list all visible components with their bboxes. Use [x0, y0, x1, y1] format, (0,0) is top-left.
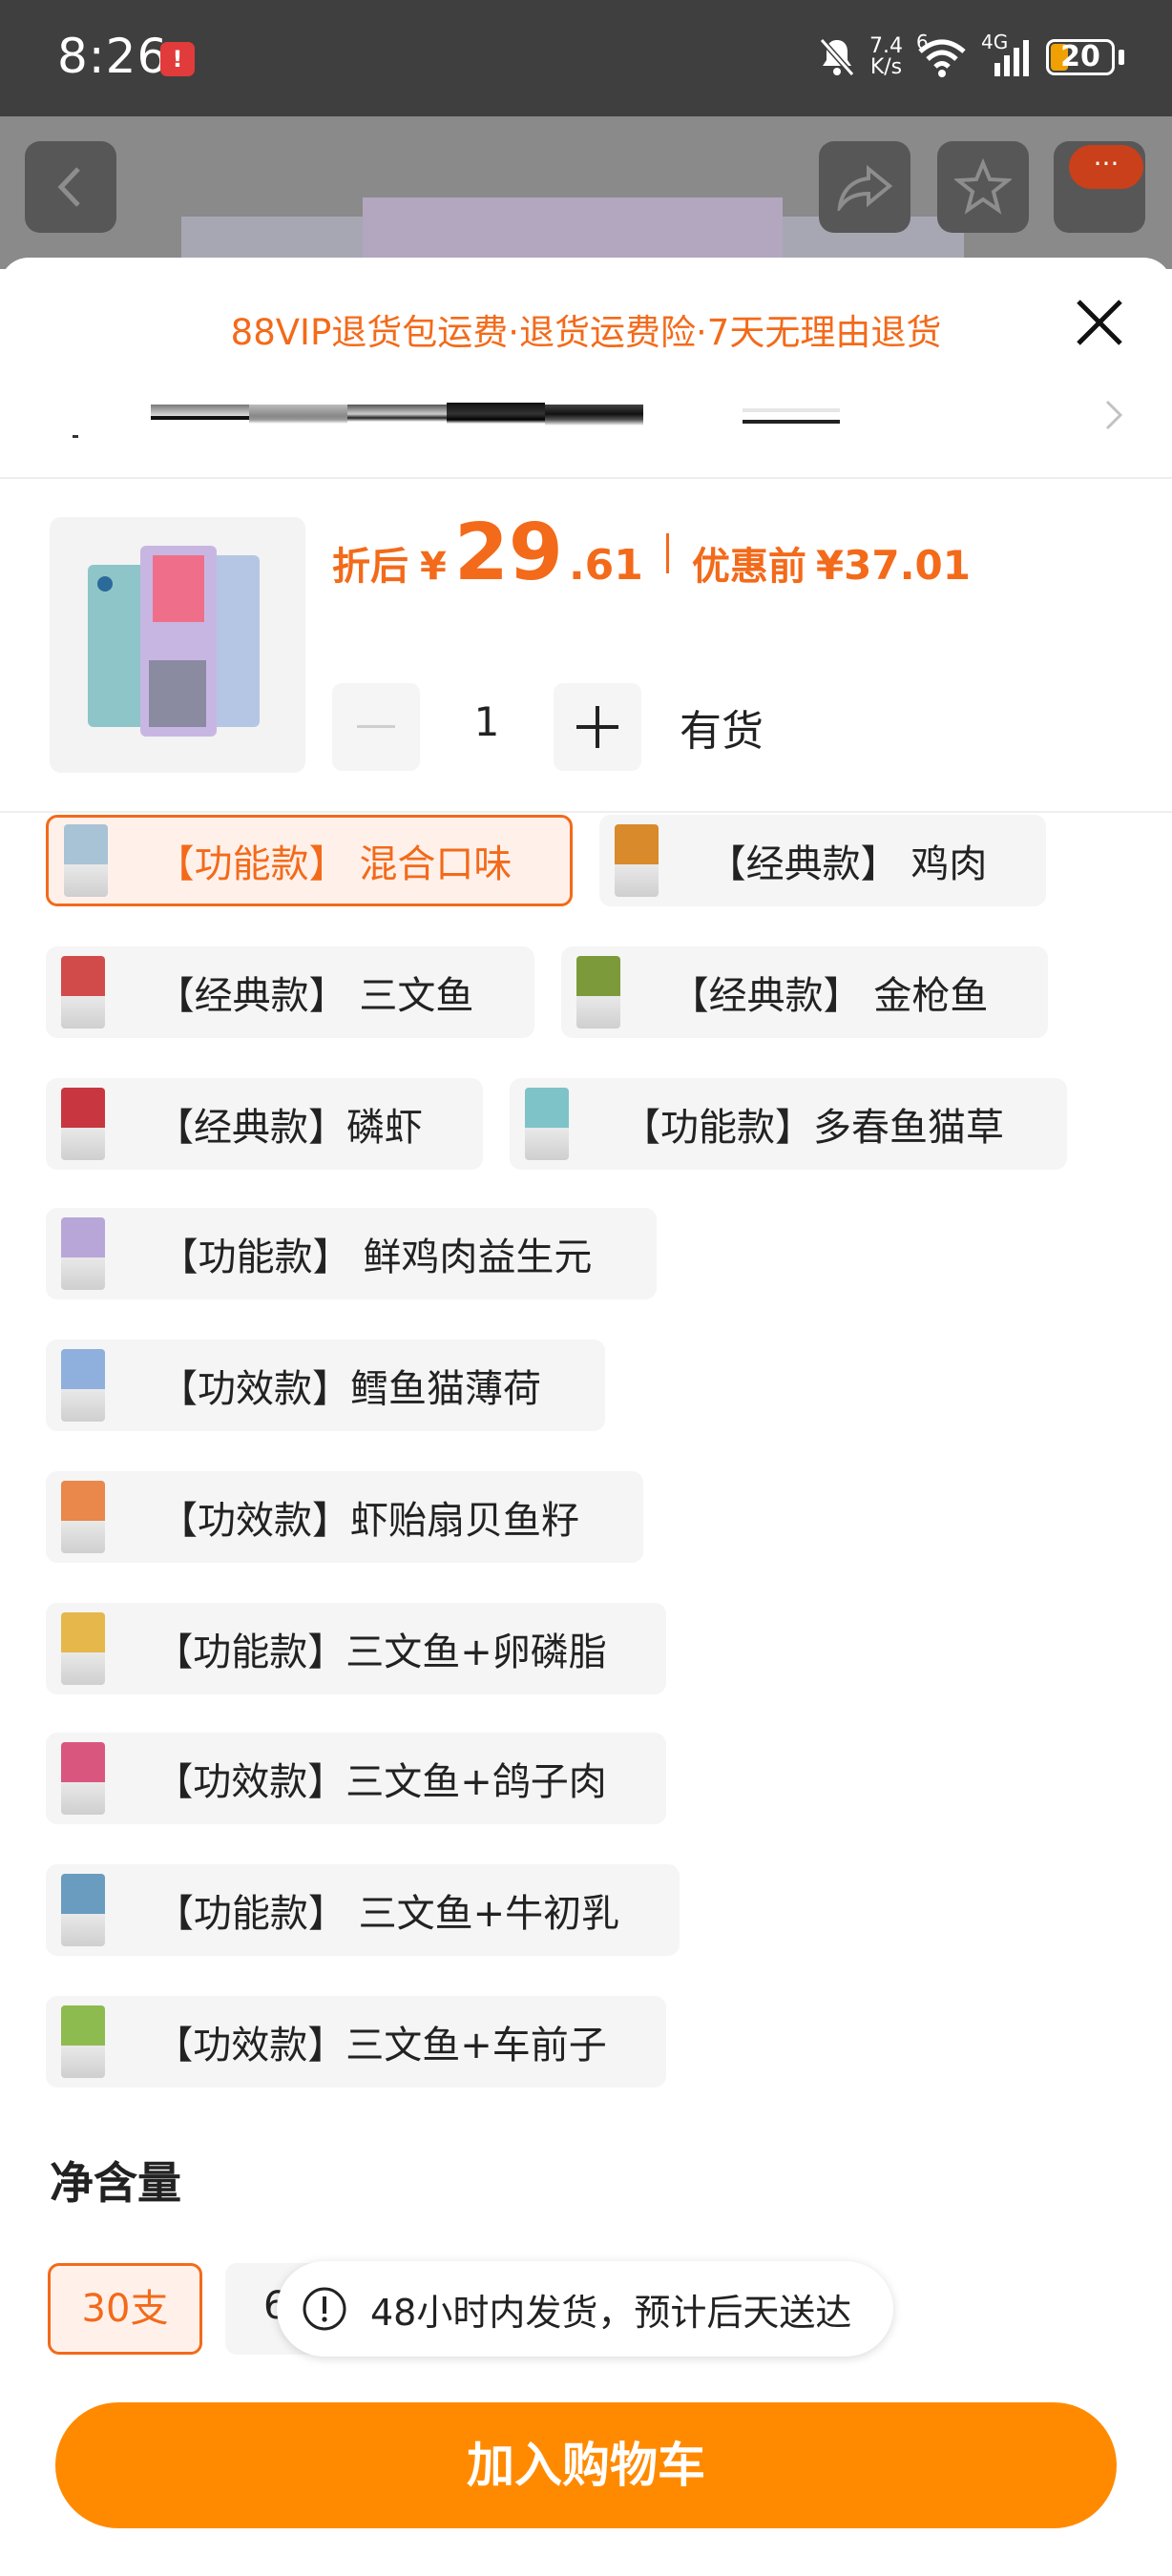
battery-level: 20: [1060, 40, 1100, 73]
flavor-option[interactable]: 【功效款】虾贻扇贝鱼籽: [46, 1471, 643, 1563]
flavor-option-label: 【功效款】虾贻扇贝鱼籽: [159, 1499, 579, 1543]
currency-symbol: ¥: [420, 545, 447, 589]
more-dots-badge[interactable]: ···: [1069, 145, 1143, 189]
price-decimal: .61: [568, 541, 643, 590]
original-price: ¥37.01: [815, 542, 971, 589]
flavor-option-image: [61, 2005, 105, 2078]
info-icon: [303, 2287, 346, 2331]
flavor-option-image: [64, 824, 108, 897]
product-package-image: [50, 517, 305, 773]
flavor-option-image: [61, 1349, 105, 1422]
quantity-decrease-button[interactable]: [332, 683, 420, 771]
flavor-option[interactable]: 【经典款】 金枪鱼: [561, 946, 1048, 1038]
flavor-option-label: 【功能款】 三文鱼+牛初乳: [155, 1892, 620, 1936]
flavor-option[interactable]: 【功效款】鳕鱼猫薄荷: [46, 1340, 605, 1431]
flavor-option-image: [61, 1874, 105, 1946]
flavor-option[interactable]: 【功能款】多春鱼猫草: [510, 1078, 1067, 1170]
image-tab-selected[interactable]: [743, 399, 840, 426]
cell-label: 4G: [981, 31, 1009, 53]
image-tab[interactable]: [151, 397, 250, 427]
toast-text: 48小时内发货，预计后天送达: [370, 2291, 852, 2334]
flavor-option-label: 【功效款】三文鱼+鸽子肉: [155, 1760, 607, 1804]
cell-signal-icon: 4G: [981, 31, 1033, 78]
flavor-option-label: 【经典款】 鸡肉: [707, 842, 988, 886]
flavor-option[interactable]: 【功能款】 鲜鸡肉益生元: [46, 1208, 657, 1299]
service-banner: 88VIP退货包运费·退货运费险·7天无理由退货: [230, 312, 942, 353]
battery-icon: 20: [1046, 39, 1115, 75]
sku-selection-sheet: 88VIP退货包运费·退货运费险·7天无理由退货 折后 ¥ 29 .61 优惠前: [0, 258, 1172, 2576]
add-to-cart-button[interactable]: 加入购物车: [55, 2402, 1117, 2528]
flavor-option-image: [61, 1742, 105, 1815]
discount-price-label: 折后: [332, 545, 408, 589]
divider: [0, 477, 1172, 479]
size-option-selected[interactable]: 30支: [48, 2263, 202, 2355]
flavor-option-label: 【功效款】鳕鱼猫薄荷: [159, 1367, 541, 1411]
chevron-right-icon[interactable]: [1099, 396, 1128, 434]
flavor-option[interactable]: 【功效款】三文鱼+鸽子肉: [46, 1733, 666, 1824]
share-button[interactable]: [819, 141, 910, 233]
flavor-option[interactable]: 【功能款】三文鱼+卵磷脂: [46, 1603, 666, 1694]
share-icon: [837, 164, 893, 211]
image-tab[interactable]: [249, 397, 348, 427]
flavor-option-label: 【经典款】磷虾: [156, 1106, 423, 1150]
flavor-option-image: [61, 956, 105, 1028]
net-speed-value: 7.4: [869, 34, 903, 58]
bell-muted-icon: [819, 38, 855, 76]
price-integer: 29: [453, 508, 563, 598]
price-separator: [665, 532, 669, 573]
original-price-label: 优惠前: [691, 545, 806, 589]
flavor-option-label: 【功能款】 混合口味: [156, 842, 513, 886]
flavor-option-image: [576, 956, 620, 1028]
quantity-increase-button[interactable]: [554, 683, 641, 771]
flavor-option-image: [61, 1217, 105, 1290]
net-content-title: 净含量: [50, 2157, 181, 2209]
tab-indicator-dot: [73, 435, 78, 438]
status-icons: 7.4 K/s 6 4G 20: [818, 29, 1124, 86]
wifi-icon: 6: [916, 31, 968, 78]
flavor-option-label: 【经典款】 三文鱼: [156, 974, 474, 1018]
net-speed: 7.4 K/s: [869, 36, 903, 78]
plus-icon-bar: [596, 706, 599, 748]
flavor-option-image: [525, 1088, 569, 1160]
image-tab[interactable]: [347, 397, 447, 427]
quantity-value[interactable]: 1: [449, 698, 525, 745]
flavor-option[interactable]: 【功能款】 混合口味: [46, 815, 573, 906]
back-button[interactable]: [25, 141, 116, 233]
status-time: 8:26: [57, 29, 169, 84]
image-tab[interactable]: [446, 397, 545, 427]
price-line: 折后 ¥ 29 .61 优惠前 ¥37.01: [332, 508, 971, 598]
battery-tip: [1119, 50, 1124, 65]
star-icon: [954, 158, 1012, 215]
flavor-option[interactable]: 【经典款】磷虾: [46, 1078, 483, 1170]
flavor-option-image: [61, 1088, 105, 1160]
favorite-button[interactable]: [937, 141, 1029, 233]
image-tab[interactable]: [544, 397, 644, 427]
stock-status: 有货: [680, 707, 764, 756]
flavor-option-label: 【功能款】三文鱼+卵磷脂: [155, 1631, 607, 1674]
flavor-option[interactable]: 【经典款】 三文鱼: [46, 946, 534, 1038]
wifi-label: 6: [916, 31, 929, 53]
flavor-option[interactable]: 【功能款】 三文鱼+牛初乳: [46, 1864, 680, 1956]
flavor-option-image: [61, 1612, 105, 1685]
flavor-option-label: 【经典款】 金枪鱼: [670, 974, 989, 1018]
divider: [0, 811, 1172, 813]
flavor-option-label: 【功能款】多春鱼猫草: [622, 1106, 1004, 1150]
flavor-option-image: [61, 1481, 105, 1553]
status-bar: 8:26 ! 7.4 K/s 6 4G 20: [0, 0, 1172, 116]
flavor-option[interactable]: 【功效款】三文鱼+车前子: [46, 1996, 666, 2088]
shipping-toast: 48小时内发货，预计后天送达: [277, 2261, 893, 2357]
flavor-option-label: 【功能款】 鲜鸡肉益生元: [159, 1236, 593, 1279]
chevron-left-icon: [57, 167, 80, 207]
flavor-option-image: [615, 824, 659, 897]
flavor-option[interactable]: 【经典款】 鸡肉: [599, 815, 1046, 906]
flavor-option-label: 【功效款】三文鱼+车前子: [155, 2024, 607, 2067]
net-speed-unit: K/s: [869, 55, 903, 79]
product-thumbnail[interactable]: [50, 517, 305, 773]
alert-badge-icon: !: [160, 42, 195, 76]
image-tabs-strip[interactable]: [151, 397, 644, 427]
close-icon[interactable]: [1071, 294, 1128, 351]
